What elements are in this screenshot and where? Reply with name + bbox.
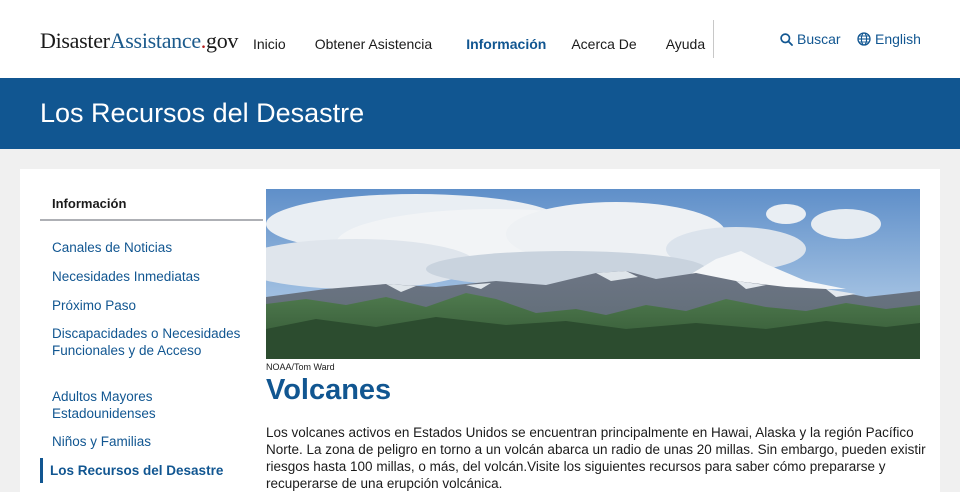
side-nav-rule xyxy=(40,219,263,221)
image-credit: NOAA/Tom Ward xyxy=(266,362,335,372)
side-nav-recursos-del-desastre[interactable]: Los Recursos del Desastre xyxy=(50,462,250,479)
page-banner: Los Recursos del Desastre xyxy=(0,78,960,149)
site-logo[interactable]: DisasterAssistance.gov xyxy=(40,28,238,54)
content-card: Información Canales de Noticias Necesida… xyxy=(20,169,940,492)
search-icon xyxy=(780,32,793,46)
nav-acerca-de[interactable]: Acerca De xyxy=(571,36,636,52)
main-nav: Inicio Obtener Asistencia Información Ac… xyxy=(240,36,705,52)
site-header: DisasterAssistance.gov Inicio Obtener As… xyxy=(0,0,960,78)
side-nav-canales-de-noticias[interactable]: Canales de Noticias xyxy=(52,239,252,256)
logo-text-assistance: Assistance xyxy=(109,28,201,53)
page-title: Volcanes xyxy=(266,374,392,406)
nav-inicio[interactable]: Inicio xyxy=(253,36,286,52)
banner-title: Los Recursos del Desastre xyxy=(40,98,365,128)
language-toggle[interactable]: English xyxy=(857,31,921,47)
header-divider xyxy=(713,20,714,58)
side-nav-heading: Información xyxy=(52,196,127,211)
side-nav-proximo-paso[interactable]: Próximo Paso xyxy=(52,297,252,314)
globe-icon xyxy=(857,32,871,46)
side-nav-ninos-y-familias[interactable]: Niños y Familias xyxy=(52,433,252,450)
side-nav-discapacidades[interactable]: Discapacidades o Necesidades Funcionales… xyxy=(52,325,252,359)
side-nav-adultos-mayores[interactable]: Adultos Mayores Estadounidenses xyxy=(52,388,252,422)
side-nav-necesidades-inmediatas[interactable]: Necesidades Inmediatas xyxy=(52,268,252,285)
nav-informacion[interactable]: Información xyxy=(466,36,546,52)
search-label: Buscar xyxy=(797,31,841,47)
logo-text-disaster: Disaster xyxy=(40,28,110,53)
language-label: English xyxy=(875,31,921,47)
search-button[interactable]: Buscar xyxy=(780,31,841,47)
nav-obtener-asistencia[interactable]: Obtener Asistencia xyxy=(315,36,433,52)
volcano-photo xyxy=(266,189,920,359)
side-nav-active-indicator xyxy=(40,458,43,483)
nav-ayuda[interactable]: Ayuda xyxy=(666,36,705,52)
intro-paragraph: Los volcanes activos en Estados Unidos s… xyxy=(266,425,926,491)
logo-text-gov: gov xyxy=(206,28,239,53)
